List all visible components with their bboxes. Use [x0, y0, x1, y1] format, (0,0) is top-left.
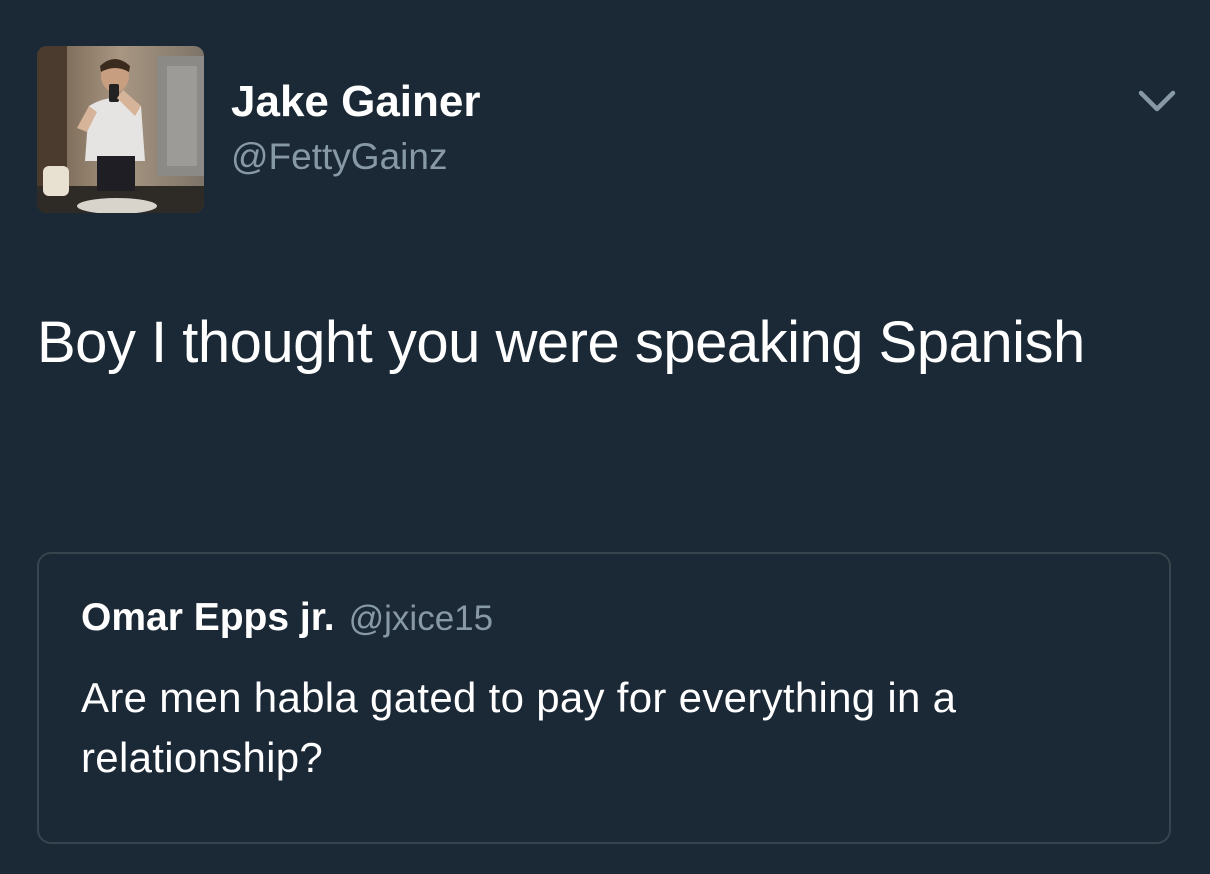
chevron-down-icon[interactable] [1135, 84, 1179, 120]
avatar-photo [37, 46, 204, 213]
quoted-tweet-text: Are men habla gated to pay for everythin… [81, 674, 957, 781]
quoted-tweet-header: Omar Epps jr. @jxice15 [81, 594, 493, 650]
quoted-author-name: Omar Epps jr. [81, 596, 335, 639]
author-avatar[interactable] [37, 46, 204, 213]
tweet-view: Jake Gainer @FettyGainz Boy I thought yo… [0, 0, 1210, 874]
author-display-name[interactable]: Jake Gainer [231, 76, 481, 128]
quoted-tweet-card[interactable]: Omar Epps jr. @jxice15 Are men habla gate… [37, 552, 1171, 844]
tweet-text: Boy I thought you were speaking Spanish [37, 310, 1085, 375]
quoted-author-handle: @jxice15 [348, 599, 494, 638]
author-handle[interactable]: @FettyGainz [231, 134, 447, 180]
